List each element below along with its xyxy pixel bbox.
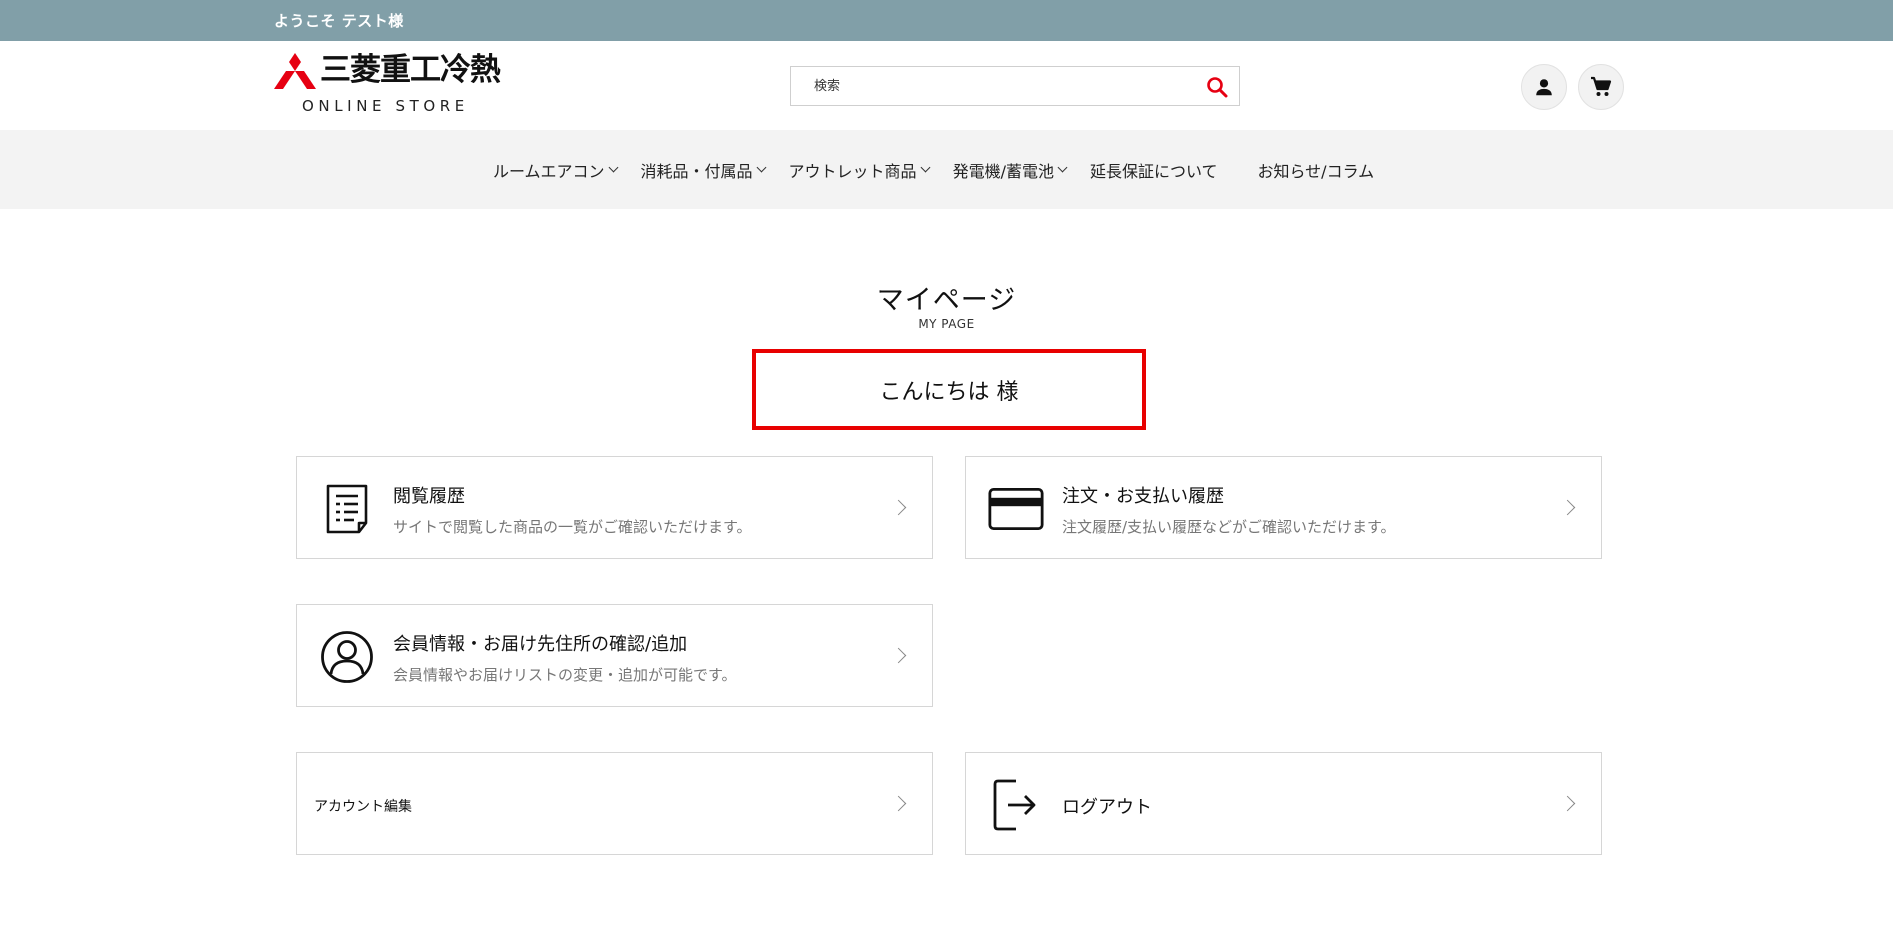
three-diamonds-logo-icon: [274, 53, 316, 89]
nav-item-label: アウトレット商品: [788, 161, 917, 181]
nav-item-label: ルームエアコン: [493, 161, 605, 181]
chevron-right-icon: [890, 499, 907, 516]
cart-button[interactable]: [1578, 64, 1624, 110]
credit-card-icon: [988, 481, 1044, 537]
card-title: 会員情報・お届け先住所の確認/追加: [393, 634, 688, 655]
nav-item-label: 発電機/蓄電池: [952, 161, 1054, 181]
greeting-box: こんにちは 様: [752, 349, 1146, 430]
chevron-right-icon: [890, 647, 907, 664]
member-info-address-card[interactable]: 会員情報・お届け先住所の確認/追加 会員情報やお届けリストの変更・追加が可能です…: [296, 604, 933, 707]
nav-item-label: お知らせ/コラム: [1257, 161, 1375, 181]
logout-icon: [988, 777, 1044, 833]
browsing-history-card[interactable]: 閲覧履歴 サイトで閲覧した商品の一覧がご確認いただけます。: [296, 456, 933, 559]
search-icon[interactable]: [1205, 75, 1229, 99]
welcome-text: ようこそ テスト様: [274, 12, 404, 30]
account-button[interactable]: [1521, 64, 1567, 110]
logo-subtext: ONLINE STORE: [302, 97, 469, 115]
logo-brand-text: 三菱重工冷熱: [320, 52, 501, 88]
card-title: 閲覧履歴: [393, 486, 465, 507]
welcome-bar: ようこそ テスト様: [0, 0, 1893, 41]
logout-card[interactable]: ログアウト: [965, 752, 1602, 855]
chevron-right-icon: [890, 795, 907, 812]
greeting-text: こんにちは 様: [879, 379, 1019, 405]
chevron-right-icon: [1559, 795, 1576, 812]
nav-item-label: 消耗品・付属品: [640, 161, 753, 181]
card-title: アカウント編集: [314, 799, 412, 815]
card-title: 注文・お支払い履歴: [1062, 486, 1224, 507]
site-header: 三菱重工冷熱 ONLINE STORE: [0, 41, 1893, 130]
account-edit-card[interactable]: アカウント編集: [296, 752, 933, 855]
card-description: サイトで閲覧した商品の一覧がご確認いただけます。: [393, 518, 752, 536]
search-box: [790, 66, 1240, 106]
nav-item-room-aircon[interactable]: ルームエアコン: [493, 158, 618, 182]
user-circle-icon: [319, 629, 375, 685]
chevron-down-icon: [1057, 162, 1068, 173]
chevron-down-icon: [756, 162, 766, 173]
card-title: ログアウト: [1062, 797, 1152, 818]
nav-item-supplies[interactable]: 消耗品・付属品: [640, 158, 766, 182]
card-description: 注文履歴/支払い履歴などがご確認いただけます。: [1062, 518, 1396, 536]
nav-item-generators[interactable]: 発電機/蓄電池: [952, 158, 1068, 182]
nav-item-extended-warranty[interactable]: 延長保証について: [1090, 158, 1218, 182]
chevron-down-icon: [920, 162, 931, 173]
nav-item-news-column[interactable]: お知らせ/コラム: [1258, 158, 1375, 182]
search-input[interactable]: [792, 68, 1172, 104]
document-list-icon: [319, 481, 375, 537]
chevron-down-icon: [608, 162, 618, 173]
card-description: 会員情報やお届けリストの変更・追加が可能です。: [393, 666, 737, 684]
chevron-right-icon: [1559, 499, 1576, 516]
user-icon: [1536, 79, 1552, 96]
nav-item-label: 延長保証について: [1089, 161, 1218, 181]
page-subtitle: MY PAGE: [918, 317, 975, 331]
nav-item-outlet[interactable]: アウトレット商品: [788, 158, 931, 182]
main-navigation: ルームエアコン 消耗品・付属品 アウトレット商品 発電機/蓄電池 延長保証につい…: [0, 130, 1893, 209]
site-logo[interactable]: 三菱重工冷熱 ONLINE STORE: [274, 52, 519, 119]
page-title: マイページ: [876, 285, 1017, 316]
order-payment-history-card[interactable]: 注文・お支払い履歴 注文履歴/支払い履歴などがご確認いただけます。: [965, 456, 1602, 559]
cart-icon: [1591, 76, 1612, 96]
